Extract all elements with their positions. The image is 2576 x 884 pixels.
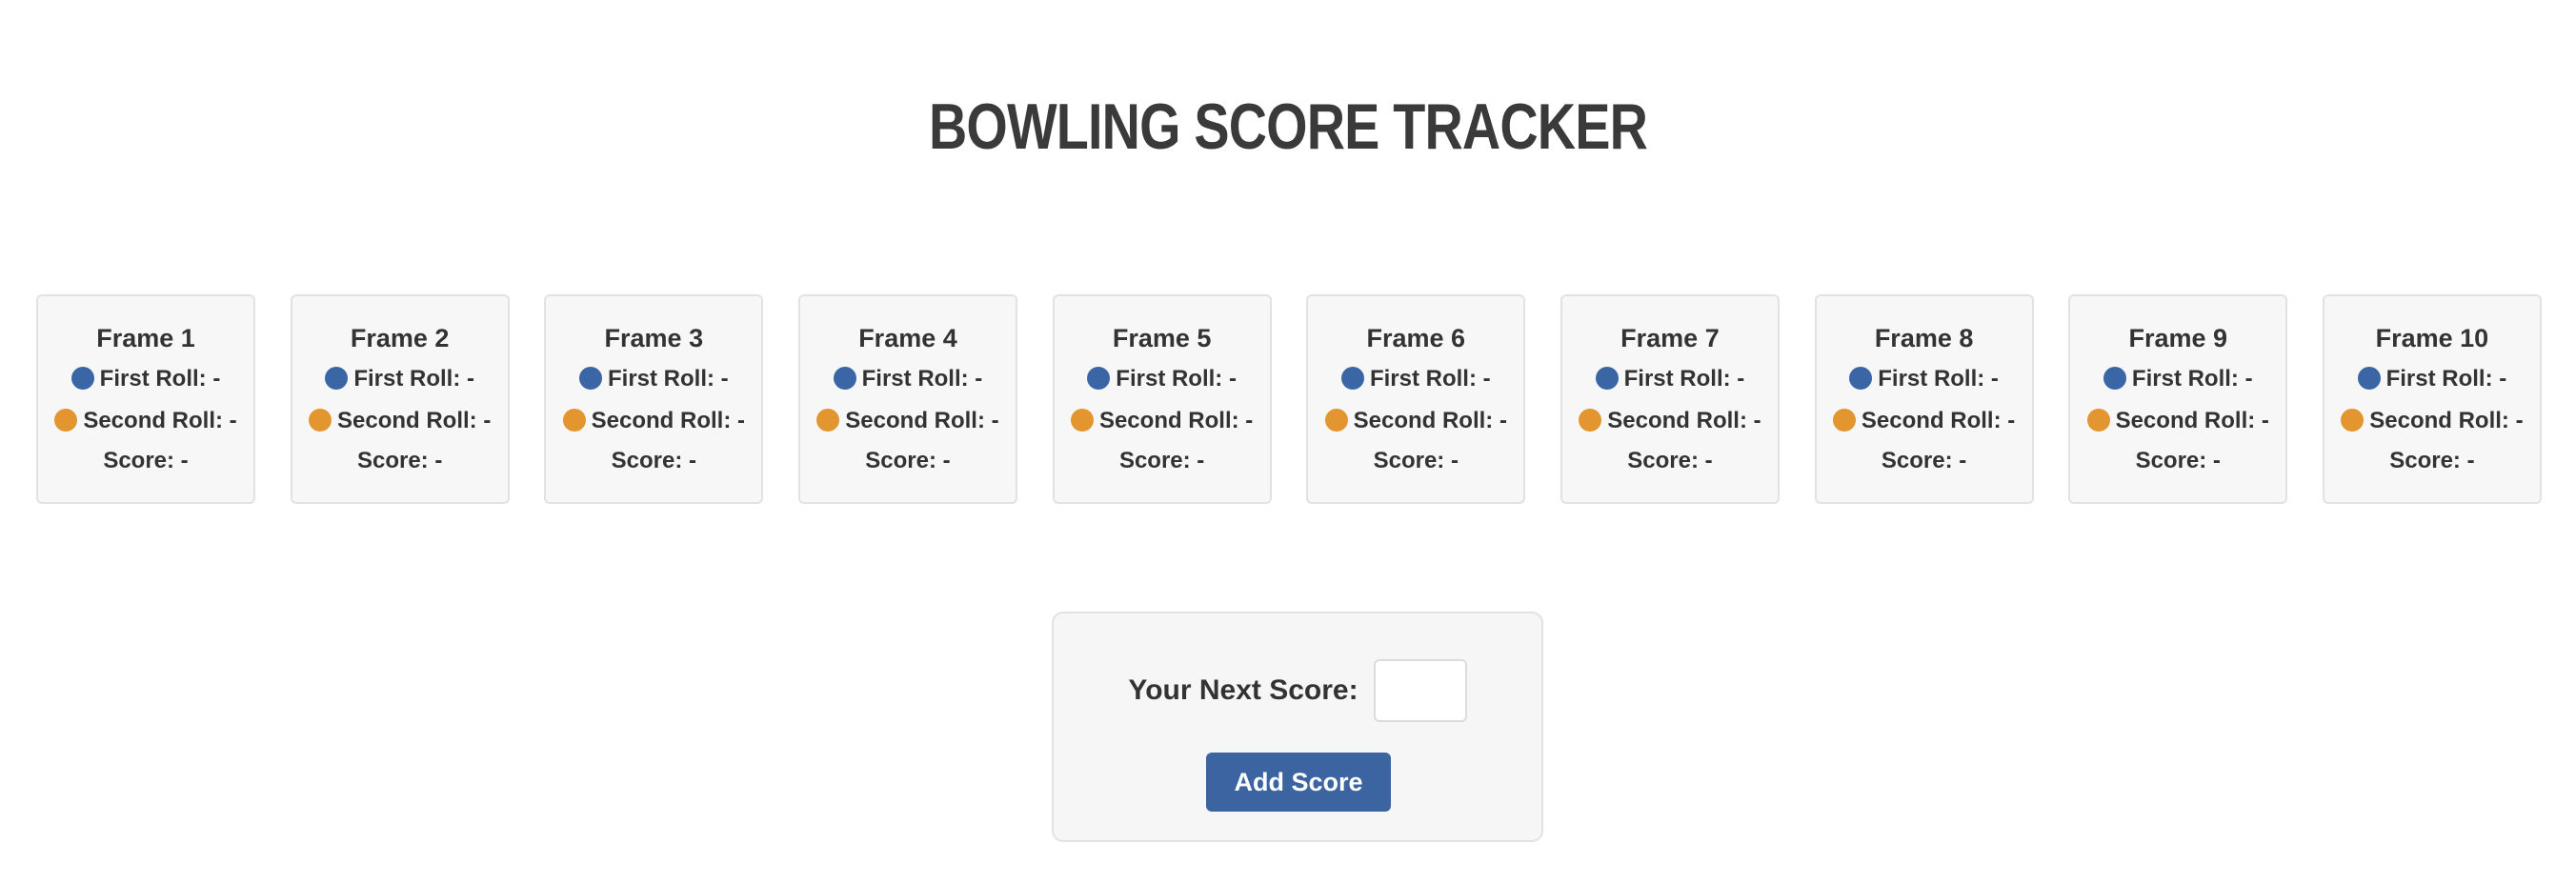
second-roll-row: Second Roll: - [2324, 401, 2540, 441]
first-roll-row: First Roll: - [2324, 359, 2540, 399]
first-roll-row: First Roll: - [546, 359, 761, 399]
frame-card: Frame 9 First Roll: - Second Roll: - Sco… [2068, 294, 2288, 504]
second-roll-row: Second Roll: - [800, 401, 1016, 441]
frame-title: Frame 9 [2128, 324, 2228, 352]
first-roll-label: First Roll: - [1116, 366, 1237, 392]
first-roll-dot-icon [833, 366, 856, 390]
frame-card: Frame 3 First Roll: - Second Roll: - Sco… [544, 294, 764, 504]
frame-score: Score: - [1627, 448, 1713, 473]
second-roll-label: Second Roll: - [591, 408, 745, 433]
second-roll-label: Second Roll: - [1353, 408, 1507, 433]
first-roll-row: First Roll: - [2070, 359, 2285, 399]
second-roll-row: Second Roll: - [1055, 401, 1270, 441]
first-roll-label: First Roll: - [1623, 366, 1745, 392]
first-roll-row: First Roll: - [1055, 359, 1270, 399]
first-roll-dot-icon [2357, 366, 2381, 390]
first-roll-label: First Roll: - [353, 366, 474, 392]
first-roll-label: First Roll: - [1369, 366, 1491, 392]
second-roll-label: Second Roll: - [1607, 408, 1761, 433]
second-roll-label: Second Roll: - [336, 408, 492, 433]
frame-score: Score: - [2389, 448, 2475, 473]
frame-card: Frame 6 First Roll: - Second Roll: - Sco… [1306, 294, 1526, 504]
first-roll-row: First Roll: - [1308, 359, 1523, 399]
second-roll-dot-icon [1070, 408, 1094, 432]
first-roll-dot-icon [1849, 366, 1873, 390]
score-input-row: Your Next Score: [1054, 659, 1541, 722]
frame-title: Frame 5 [1112, 324, 1212, 352]
second-roll-label: Second Roll: - [845, 408, 999, 433]
second-roll-dot-icon [1832, 408, 1856, 432]
second-roll-dot-icon [308, 408, 332, 432]
frame-title: Frame 1 [96, 324, 195, 352]
frame-card: Frame 7 First Roll: - Second Roll: - Sco… [1560, 294, 1780, 504]
second-roll-label: Second Roll: - [2369, 408, 2524, 433]
frame-score: Score: - [103, 448, 189, 473]
frame-card: Frame 4 First Roll: - Second Roll: - Sco… [797, 294, 1017, 504]
frame-card: Frame 1 First Roll: - Second Roll: - Sco… [36, 294, 255, 504]
second-roll-row: Second Roll: - [2070, 401, 2285, 441]
first-roll-dot-icon [325, 366, 349, 390]
frame-score: Score: - [2135, 448, 2221, 473]
second-roll-row: Second Roll: - [1562, 401, 1778, 441]
first-roll-dot-icon [2103, 366, 2126, 390]
first-roll-dot-icon [1087, 366, 1111, 390]
first-roll-row: First Roll: - [292, 359, 508, 399]
second-roll-dot-icon [1579, 408, 1602, 432]
frame-score: Score: - [611, 448, 696, 473]
frame-score: Score: - [1881, 448, 1967, 473]
first-roll-dot-icon [70, 366, 94, 390]
second-roll-row: Second Roll: - [1308, 401, 1523, 441]
second-roll-label: Second Roll: - [2115, 408, 2269, 433]
frame-title: Frame 8 [1874, 324, 1974, 352]
second-roll-label: Second Roll: - [1861, 408, 2016, 433]
first-roll-label: First Roll: - [1878, 366, 1999, 392]
first-roll-row: First Roll: - [800, 359, 1016, 399]
second-roll-dot-icon [2341, 408, 2365, 432]
add-score-button[interactable]: Add Score [1206, 753, 1391, 812]
frame-title: Frame 4 [858, 324, 957, 352]
page-title: Bowling Score Tracker [928, 90, 1648, 163]
frame-card: Frame 8 First Roll: - Second Roll: - Sco… [1814, 294, 2034, 504]
next-score-label: Your Next Score: [1128, 674, 1358, 706]
second-roll-dot-icon [54, 408, 78, 432]
second-roll-row: Second Roll: - [38, 401, 253, 441]
frame-score: Score: - [1118, 448, 1205, 473]
first-roll-row: First Roll: - [38, 359, 253, 399]
frames-row: Frame 1 First Roll: - Second Roll: - Sco… [36, 294, 2542, 506]
second-roll-label: Second Roll: - [83, 408, 237, 433]
second-roll-label: Second Roll: - [1098, 408, 1254, 433]
first-roll-dot-icon [578, 366, 602, 390]
second-roll-dot-icon [816, 408, 840, 432]
first-roll-label: First Roll: - [607, 366, 729, 392]
next-score-input[interactable] [1373, 659, 1467, 722]
second-roll-dot-icon [562, 408, 586, 432]
frame-title: Frame 6 [1366, 324, 1466, 352]
frame-title: Frame 3 [604, 324, 704, 352]
first-roll-row: First Roll: - [1817, 359, 2032, 399]
first-roll-label: First Roll: - [99, 366, 221, 392]
first-roll-label: First Roll: - [2131, 366, 2253, 392]
second-roll-dot-icon [1324, 408, 1348, 432]
first-roll-row: First Roll: - [1562, 359, 1778, 399]
frame-card: Frame 10 First Roll: - Second Roll: - Sc… [2322, 294, 2542, 504]
frame-card: Frame 2 First Roll: - Second Roll: - Sco… [290, 294, 510, 504]
second-roll-row: Second Roll: - [1817, 401, 2032, 441]
frame-title: Frame 10 [2375, 324, 2489, 352]
second-roll-row: Second Roll: - [546, 401, 761, 441]
frame-title: Frame 2 [350, 324, 450, 352]
score-entry-panel: Your Next Score: Add Score [1052, 612, 1543, 842]
second-roll-row: Second Roll: - [292, 401, 508, 441]
frame-score: Score: - [356, 448, 443, 473]
second-roll-dot-icon [2086, 408, 2110, 432]
first-roll-label: First Roll: - [861, 366, 983, 392]
frame-title: Frame 7 [1620, 324, 1720, 352]
frame-score: Score: - [1373, 448, 1459, 473]
first-roll-dot-icon [1340, 366, 1364, 390]
frame-score: Score: - [865, 448, 951, 473]
first-roll-label: First Roll: - [2385, 366, 2507, 392]
frame-card: Frame 5 First Roll: - Second Roll: - Sco… [1052, 294, 1272, 504]
first-roll-dot-icon [1595, 366, 1619, 390]
